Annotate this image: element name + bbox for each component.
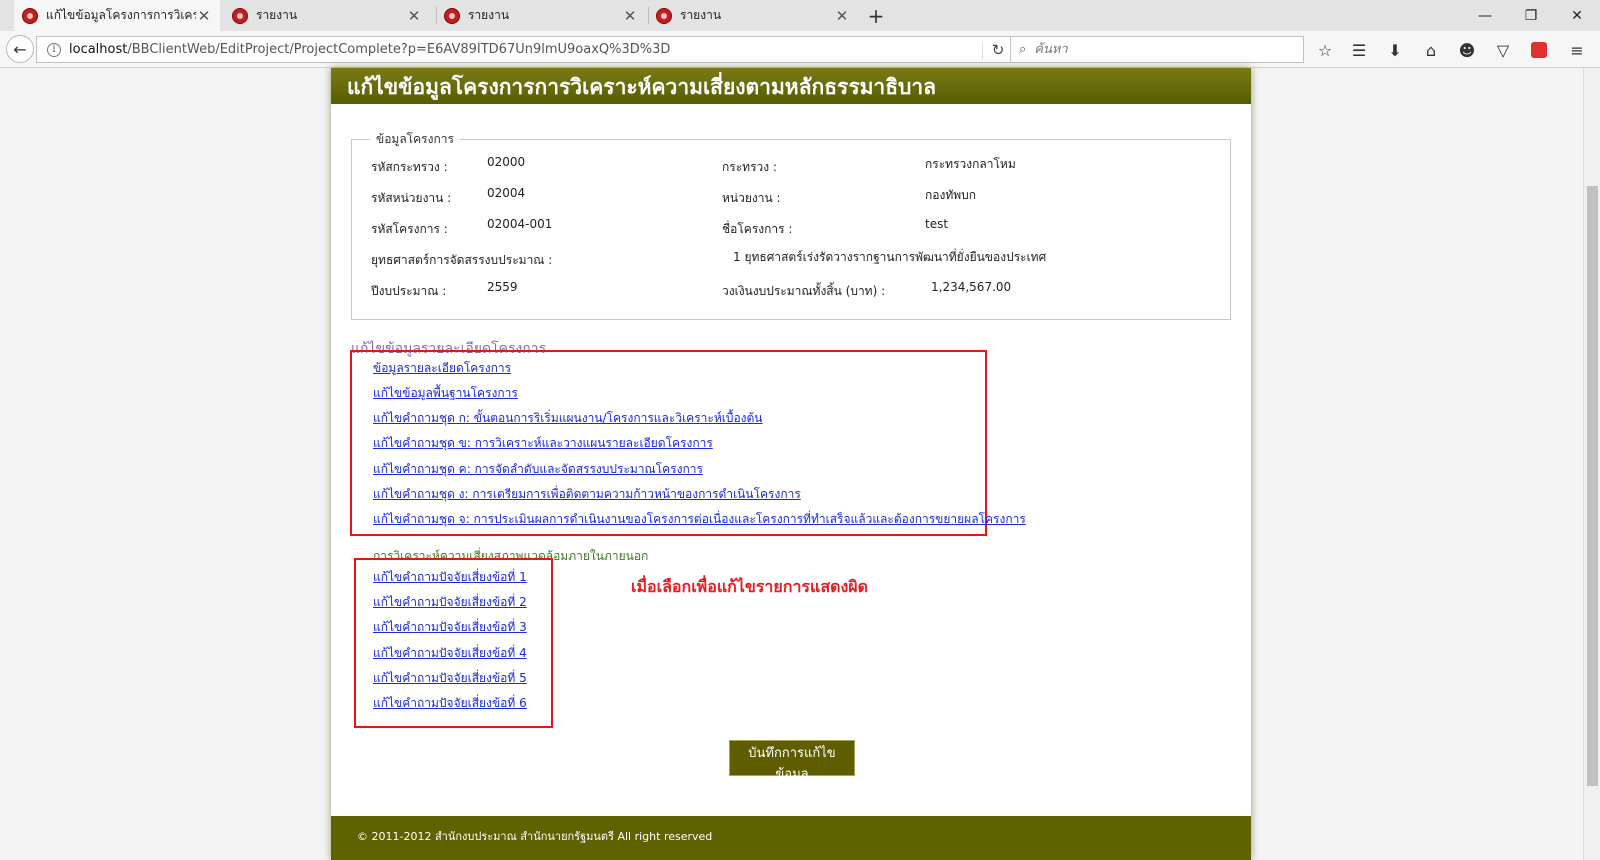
window-close-icon[interactable]: ✕ (1554, 0, 1600, 31)
vertical-scrollbar[interactable] (1583, 68, 1600, 860)
url-text[interactable]: localhost/BBClientWeb/EditProject/Projec… (69, 42, 982, 57)
link-risk-factor-4[interactable]: แก้ไขคำถามปัจจัยเสี่ยงข้อที่ 4 (373, 644, 527, 663)
dept-code-label: รหัสหน่วยงาน : (371, 191, 452, 205)
tab-bar: แก้ไขข้อมูลโครงการการวิเคร... ✕ รายงาน ✕… (0, 0, 1600, 31)
fieldset-legend: ข้อมูลโครงการ (376, 132, 454, 146)
link-edit-questions-c[interactable]: แก้ไขคำถามชุด ค: การจัดลำดับและจัดสรรงบป… (373, 460, 703, 479)
link-project-detail[interactable]: ข้อมูลรายละเอียดโครงการ (373, 359, 511, 378)
link-edit-questions-a[interactable]: แก้ไขคำถามชุด ก: ขั้นตอนการริเริ่มแผนงาน… (373, 409, 763, 428)
scrollbar-thumb[interactable] (1587, 186, 1598, 786)
link-edit-questions-b[interactable]: แก้ไขคำถามชุด ข: การวิเคราะห์และวางแผนรา… (373, 434, 713, 453)
dept-value: กองทัพบก (925, 188, 977, 202)
close-tab-icon[interactable]: ✕ (834, 7, 850, 25)
reload-icon[interactable]: ↻ (982, 40, 1013, 59)
back-arrow-icon[interactable]: ← (6, 35, 34, 63)
search-box[interactable]: ⌕ (1010, 36, 1304, 63)
menu-icon[interactable]: ≡ (1564, 37, 1590, 63)
fiscal-year-label: ปีงบประมาณ : (371, 284, 447, 298)
close-tab-icon[interactable]: ✕ (622, 7, 638, 25)
restore-icon[interactable]: ❐ (1508, 0, 1554, 31)
ministry-code-label: รหัสกระทรวง : (371, 160, 448, 174)
project-name-label: ชื่อโครงการ : (722, 222, 793, 236)
ministry-value: กระทรวงกลาโหม (925, 157, 1016, 171)
site-favicon-icon (656, 7, 672, 24)
tab-report-2[interactable]: รายงาน ✕ (436, 0, 646, 31)
link-risk-factor-5[interactable]: แก้ไขคำถามปัจจัยเสี่ยงข้อที่ 5 (373, 669, 527, 688)
home-icon[interactable]: ⌂ (1418, 37, 1444, 63)
fiscal-year-value: 2559 (487, 280, 518, 294)
reading-list-icon[interactable]: ☰ (1346, 37, 1372, 63)
link-edit-questions-d[interactable]: แก้ไขคำถามชุด ง: การเตรียมการเพื่อติดตาม… (373, 485, 801, 504)
tab-label: แก้ไขข้อมูลโครงการการวิเคร... (46, 8, 196, 22)
project-code-label: รหัสโครงการ : (371, 222, 448, 236)
download-icon[interactable]: ⬇ (1382, 37, 1408, 63)
site-favicon-icon (22, 7, 38, 24)
ministry-code-value: 02000 (487, 155, 526, 169)
minimize-icon[interactable]: — (1462, 0, 1508, 31)
page-footer: © 2011-2012 สำนักงบประมาณ สำนักนายกรัฐมน… (331, 816, 1251, 860)
chat-icon[interactable]: ☻ (1454, 37, 1480, 63)
link-risk-factor-2[interactable]: แก้ไขคำถามปัจจัยเสี่ยงข้อที่ 2 (373, 593, 527, 612)
tab-report-1[interactable]: รายงาน ✕ (224, 0, 430, 31)
budget-label: วงเงินงบประมาณทั้งสิ้น (บาท) : (722, 284, 886, 298)
tab-label: รายงาน (680, 8, 722, 22)
site-favicon-icon (232, 7, 248, 24)
link-edit-questions-e[interactable]: แก้ไขคำถามชุด จ: การประเมินผลการดำเนินงา… (373, 510, 1026, 529)
url-path: /BBClientWeb/EditProject/ProjectComplete… (127, 42, 671, 57)
info-icon[interactable]: i (47, 42, 61, 57)
extension-icon[interactable] (1526, 37, 1552, 63)
tab-edit-project[interactable]: แก้ไขข้อมูลโครงการการวิเคร... ✕ (14, 0, 220, 31)
tab-label: รายงาน (468, 8, 510, 22)
strategy-value: 1 ยุทธศาสตร์เร่งรัดวางรากฐานการพัฒนาที่ย… (733, 250, 1047, 264)
navigation-bar: ← i localhost/BBClientWeb/EditProject/Pr… (0, 31, 1600, 68)
project-code-value: 02004-001 (487, 217, 553, 231)
close-tab-icon[interactable]: ✕ (196, 7, 212, 25)
page-container: แก้ไขข้อมูลโครงการการวิเคราะห์ความเสี่ยง… (331, 68, 1251, 860)
address-bar[interactable]: i localhost/BBClientWeb/EditProject/Proj… (36, 36, 1014, 63)
tab-label: รายงาน (256, 8, 298, 22)
tab-report-3[interactable]: รายงาน ✕ (648, 0, 858, 31)
url-host: localhost (69, 42, 128, 57)
budget-value: 1,234,567.00 (931, 280, 1012, 294)
page-title: แก้ไขข้อมูลโครงการการวิเคราะห์ความเสี่ยง… (331, 68, 1251, 104)
star-icon[interactable]: ☆ (1312, 37, 1338, 63)
site-favicon-icon (444, 7, 460, 24)
project-name-value: test (925, 217, 949, 231)
search-input[interactable] (1032, 41, 1287, 58)
link-edit-basic-info[interactable]: แก้ไขข้อมูลพื้นฐานโครงการ (373, 384, 518, 403)
save-edit-button[interactable]: บันทึกการแก้ไขข้อมูล (729, 740, 855, 782)
link-risk-factor-6[interactable]: แก้ไขคำถามปัจจัยเสี่ยงข้อที่ 6 (373, 694, 527, 713)
pocket-icon[interactable]: ▽ (1490, 37, 1516, 63)
error-annotation: เมื่อเลือกเพื่อแก้ไขรายการแสดงผิด (631, 577, 869, 596)
close-tab-icon[interactable]: ✕ (406, 7, 422, 25)
link-risk-factor-1[interactable]: แก้ไขคำถามปัจจัยเสี่ยงข้อที่ 1 (373, 568, 527, 587)
dept-code-value: 02004 (487, 186, 526, 200)
strategy-label: ยุทธศาสตร์การจัดสรรงบประมาณ : (371, 253, 553, 267)
new-tab-button[interactable]: + (862, 0, 890, 31)
link-risk-factor-3[interactable]: แก้ไขคำถามปัจจัยเสี่ยงข้อที่ 3 (373, 618, 527, 637)
ministry-label: กระทรวง : (722, 160, 777, 174)
dept-label: หน่วยงาน : (722, 191, 781, 205)
search-icon: ⌕ (1019, 42, 1027, 57)
